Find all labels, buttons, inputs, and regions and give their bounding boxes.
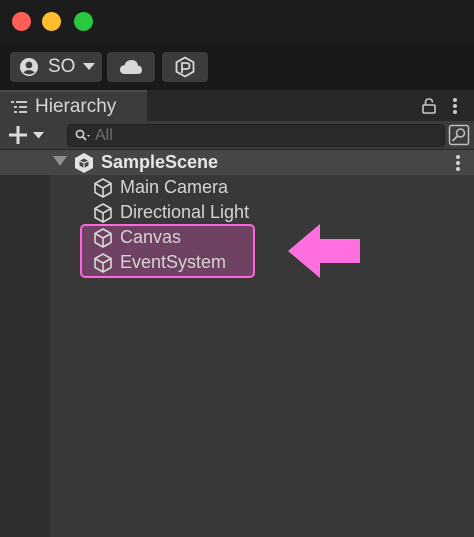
search-row: All — [0, 121, 474, 150]
scene-row[interactable]: SampleScene — [0, 150, 474, 175]
gameobject-cube-icon — [94, 202, 112, 223]
tab-menu-button[interactable] — [452, 90, 458, 121]
hierarchy-item-label: Main Camera — [120, 177, 229, 197]
plus-icon — [9, 126, 27, 144]
tab-hierarchy[interactable]: Hierarchy — [0, 90, 147, 121]
collab-icon — [175, 56, 195, 78]
gameobject-cube-icon — [94, 252, 112, 273]
hierarchy-gutter — [0, 150, 50, 537]
lock-icon — [422, 97, 436, 114]
hierarchy-item-directional-light[interactable]: Directional Light — [92, 200, 249, 225]
search-placeholder: All — [95, 126, 113, 144]
scene-menu-icon[interactable] — [455, 154, 461, 172]
account-icon — [20, 58, 38, 76]
foldout-expanded-icon[interactable] — [53, 156, 67, 167]
hierarchy-item-label: Canvas — [120, 227, 182, 247]
search-icon — [75, 129, 90, 141]
search-input[interactable]: All — [67, 124, 445, 147]
list-icon — [11, 100, 27, 113]
caret-down-icon — [83, 63, 96, 70]
toolbar: SO — [0, 44, 474, 90]
hierarchy-item-label: Directional Light — [120, 202, 250, 222]
hierarchy-item-main-camera[interactable]: Main Camera — [92, 175, 228, 200]
hierarchy-item-label: EventSystem — [120, 252, 227, 272]
close-window-button[interactable] — [12, 12, 31, 31]
account-label: SO — [48, 56, 76, 77]
zoom-window-button[interactable] — [74, 12, 93, 31]
gameobject-cube-icon — [94, 177, 112, 198]
unity-scene-icon — [75, 153, 93, 173]
account-dropdown[interactable]: SO — [10, 52, 102, 82]
open-search-window-button[interactable] — [448, 124, 470, 146]
open-search-icon — [448, 124, 470, 146]
kebab-menu-icon — [453, 97, 457, 114]
hierarchy-item-canvas[interactable]: Canvas — [92, 225, 181, 250]
lock-button[interactable] — [422, 90, 436, 121]
cloud-button[interactable] — [107, 52, 155, 82]
gameobject-cube-icon — [94, 227, 112, 248]
caret-down-icon — [33, 131, 44, 138]
minimize-window-button[interactable] — [42, 12, 61, 31]
tab-bar: Hierarchy — [0, 90, 474, 121]
tab-hierarchy-label: Hierarchy — [35, 95, 117, 117]
collab-button[interactable] — [162, 52, 208, 82]
scene-name: SampleScene — [101, 152, 219, 172]
hierarchy-item-eventsystem[interactable]: EventSystem — [92, 250, 226, 275]
add-object-button[interactable] — [8, 123, 44, 147]
title-bar — [0, 0, 474, 44]
hierarchy-panel: SampleScene Main Camera Directional Ligh… — [0, 150, 474, 537]
pointer-arrow-icon — [288, 224, 360, 278]
cloud-icon — [120, 60, 142, 74]
